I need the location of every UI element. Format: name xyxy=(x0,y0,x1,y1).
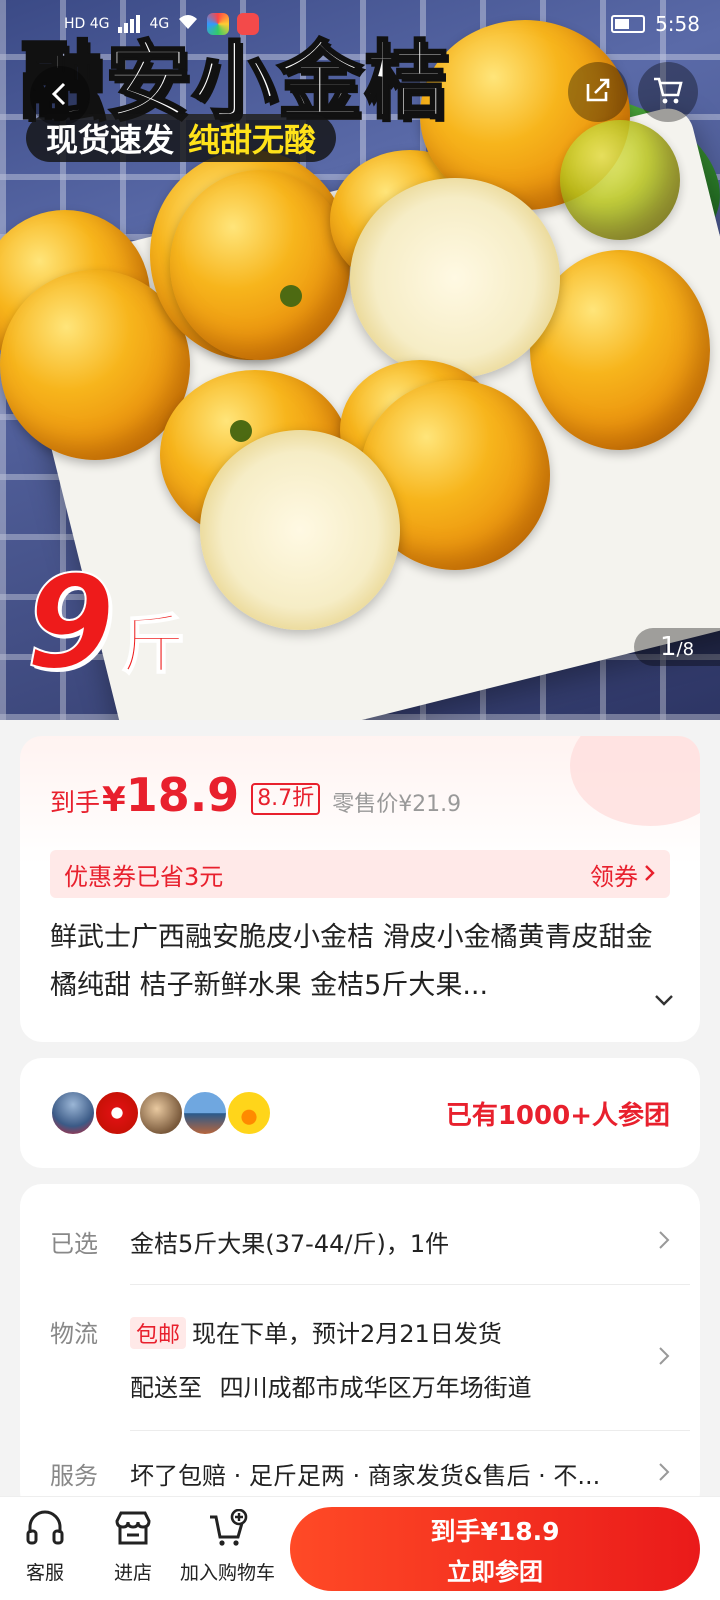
share-icon xyxy=(582,74,614,110)
chevron-right-icon xyxy=(644,860,656,888)
divider xyxy=(130,1430,690,1431)
shipping-estimate: 现在下单，预计2月21日发货 xyxy=(192,1320,502,1348)
divider xyxy=(130,1284,690,1285)
chevron-right-icon xyxy=(658,1462,670,1486)
app-notification-icon xyxy=(237,13,260,35)
price-prefix: 到手 xyxy=(50,788,101,817)
status-left: HD 4G 4G xyxy=(64,12,260,36)
cart-button[interactable] xyxy=(638,62,698,122)
group-buy-card[interactable]: 已有1000+人参团 xyxy=(20,1058,700,1168)
store-button[interactable]: 进店 xyxy=(112,1509,154,1585)
product-title: 鲜武士广西融安脆皮小金桔 滑皮小金橘黄青皮甜金橘纯甜 桔子新鲜水果 金桔5斤大果… xyxy=(50,922,653,1001)
store-icon xyxy=(112,1509,154,1554)
price-card: 到手 ¥ 18.9 8.7折 零售价¥21.9 优惠券已省3元 领券 鲜武士广西… xyxy=(20,736,700,1042)
avatar xyxy=(182,1090,228,1136)
network-indicator-2: 4G xyxy=(149,16,170,32)
participant-avatars xyxy=(50,1090,272,1136)
hero-weight-number: 9 xyxy=(25,549,116,698)
add-cart-icon xyxy=(206,1508,250,1554)
customer-service-label: 客服 xyxy=(25,1562,64,1584)
hero-weight-unit: 斤 xyxy=(120,608,186,684)
store-label: 进店 xyxy=(113,1562,152,1584)
kumquat xyxy=(170,170,350,360)
price-currency: ¥ xyxy=(102,780,126,820)
avatar xyxy=(50,1090,96,1136)
discount-badge: 8.7折 xyxy=(251,783,321,815)
delivery-location: 四川成都市成华区万年场街道 xyxy=(219,1374,532,1402)
logistics-row[interactable]: 物流 包邮 现在下单，预计2月21日发货 配送至 四川成都市成华区万年场街道 xyxy=(50,1310,670,1403)
product-info-card: 已选 金桔5斤大果(37-44/斤)，1件 物流 包邮 现在下单，预计2月21日发… xyxy=(20,1184,700,1514)
group-count-text: 已有1000+人参团 xyxy=(445,1100,670,1131)
wifi-icon xyxy=(177,12,199,36)
selected-spec-row[interactable]: 已选 金桔5斤大果(37-44/斤)，1件 xyxy=(50,1224,670,1264)
clock: 5:58 xyxy=(655,12,700,36)
signal-icon xyxy=(117,15,142,33)
bottom-action-bar: 客服 进店 加入购物车 到手¥18.9 立即参团 xyxy=(0,1496,720,1600)
add-to-cart-button[interactable]: 加入购物车 xyxy=(180,1508,276,1585)
delivery-address: 配送至 四川成都市成华区万年场街道 xyxy=(130,1368,640,1403)
share-button[interactable] xyxy=(568,62,628,122)
service-value: 坏了包赔 · 足斤足两 · 商家发货&售后 · 不... xyxy=(130,1462,601,1490)
network-indicator: HD 4G xyxy=(64,16,110,32)
page-indicator: 1 /8 xyxy=(634,628,720,666)
logistics-value: 包邮 现在下单，预计2月21日发货 xyxy=(130,1314,640,1349)
buy-action: 立即参团 xyxy=(447,1557,543,1586)
avatar xyxy=(94,1090,140,1136)
kumquat-green xyxy=(560,120,680,240)
cart-icon xyxy=(651,73,685,111)
selected-label: 已选 xyxy=(50,1230,98,1258)
status-bar: HD 4G 4G 5:58 xyxy=(0,0,720,48)
customer-service-button[interactable]: 客服 xyxy=(24,1509,66,1585)
free-shipping-badge: 包邮 xyxy=(130,1317,187,1349)
price-row: 到手 ¥ 18.9 8.7折 零售价¥21.9 xyxy=(50,768,461,822)
coupon-bar[interactable]: 优惠券已省3元 领券 xyxy=(50,850,670,898)
service-row[interactable]: 服务 坏了包赔 · 足斤足两 · 商家发货&售后 · 不... xyxy=(50,1456,670,1496)
retail-price: 零售价¥21.9 xyxy=(332,792,462,817)
app-notification-icon xyxy=(207,13,230,35)
headset-icon xyxy=(24,1509,66,1554)
status-right: 5:58 xyxy=(611,12,700,36)
avatar xyxy=(226,1090,272,1136)
delivery-prefix: 配送至 xyxy=(130,1374,202,1402)
chevron-right-icon xyxy=(658,1230,670,1254)
chevron-right-icon xyxy=(658,1346,670,1370)
back-button[interactable] xyxy=(30,66,90,126)
add-to-cart-label: 加入购物车 xyxy=(180,1562,276,1584)
avatar xyxy=(138,1090,184,1136)
claim-coupon-label: 领券 xyxy=(590,862,638,891)
service-label: 服务 xyxy=(50,1462,98,1490)
decorative-blob xyxy=(570,736,700,826)
page-total: /8 xyxy=(676,639,695,660)
hero-weight: 9 斤 xyxy=(25,549,186,698)
price-amount: 18.9 xyxy=(125,768,240,822)
selected-value: 金桔5斤大果(37-44/斤)，1件 xyxy=(130,1230,450,1258)
expand-title-icon[interactable] xyxy=(654,992,674,1011)
logistics-label: 物流 xyxy=(50,1320,98,1348)
claim-coupon-button[interactable]: 领券 xyxy=(590,857,656,892)
page-current: 1 xyxy=(659,632,677,662)
join-group-buy-button[interactable]: 到手¥18.9 立即参团 xyxy=(290,1507,700,1591)
kumquat-half xyxy=(200,430,400,630)
hero-tag-right: 纯甜无酸 xyxy=(188,121,317,159)
kumquat-half xyxy=(350,178,560,378)
battery-icon xyxy=(611,15,646,33)
back-arrow-icon xyxy=(46,80,74,112)
coupon-text: 优惠券已省3元 xyxy=(64,862,224,891)
buy-price: 到手¥18.9 xyxy=(430,1516,560,1546)
